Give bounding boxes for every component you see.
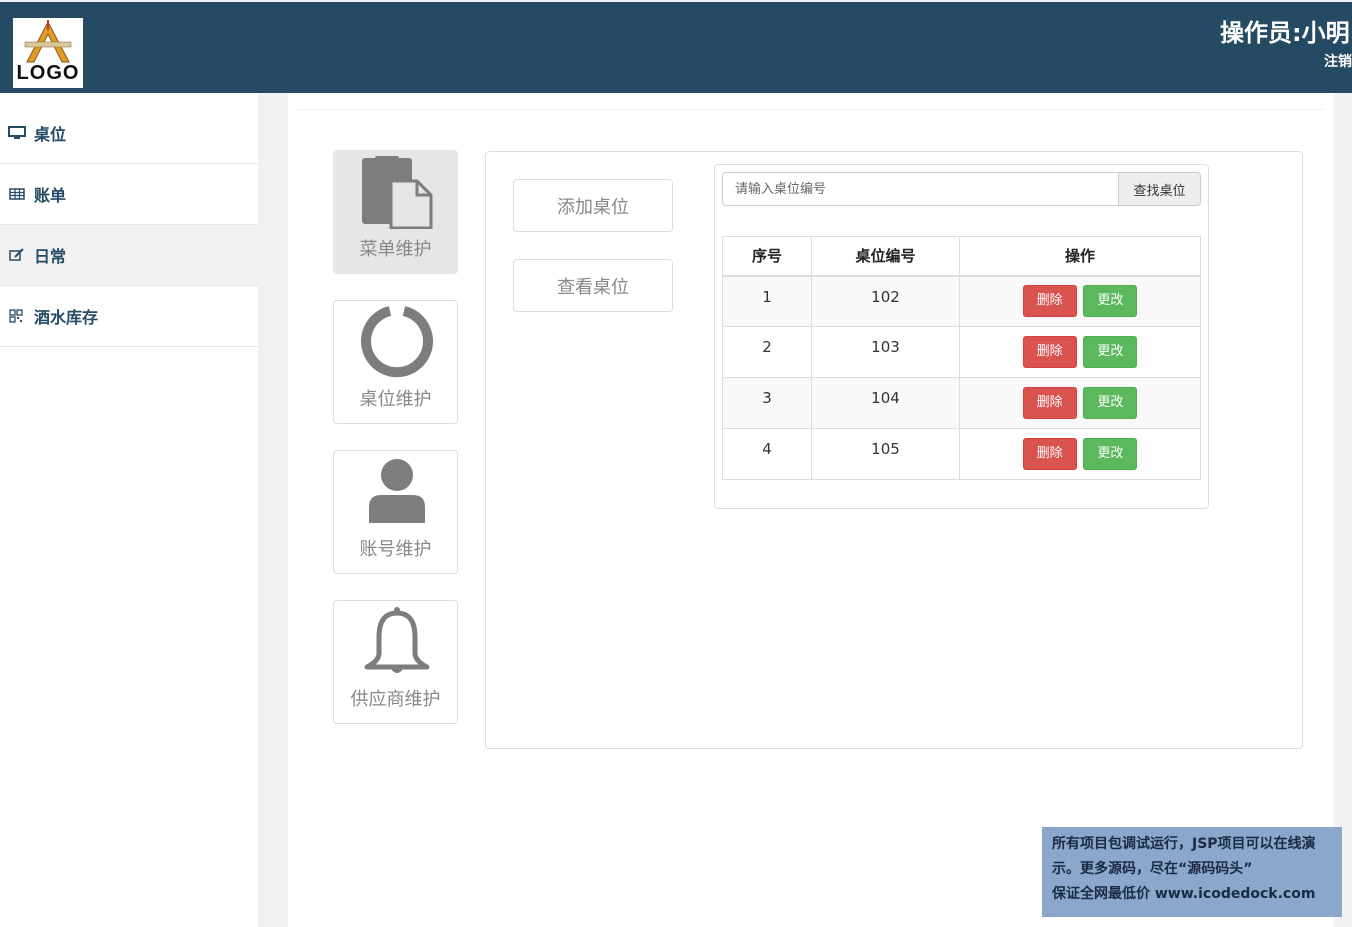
bell-icon xyxy=(364,607,430,673)
table-row: 1 102 删除 更改 xyxy=(722,275,1201,327)
main-content: 菜单维护 桌位维护 账号维护 供应商维护 添加桌位 查看桌位 查找桌位 xyxy=(288,93,1333,927)
sidebar-item-label: 酒水库存 xyxy=(34,308,99,327)
edit-button[interactable]: 更改 xyxy=(1083,438,1138,470)
tile-label: 桌位维护 xyxy=(359,389,432,410)
sidebar: 桌位 账单 日常 酒水库存 xyxy=(0,93,258,927)
sidebar-item-daily[interactable]: 日常 xyxy=(0,225,258,286)
sidebar-item-label: 桌位 xyxy=(34,125,67,144)
cell-index: 4 xyxy=(722,428,812,480)
watermark-line: 示。更多源码，尽在“源码码头” xyxy=(1052,861,1253,877)
search-button[interactable]: 查找桌位 xyxy=(1119,172,1201,206)
qrcode-icon xyxy=(9,309,23,323)
cell-index: 3 xyxy=(722,377,812,429)
edit-button[interactable]: 更改 xyxy=(1083,336,1138,368)
delete-button[interactable]: 删除 xyxy=(1022,387,1077,419)
tile-label: 供应商维护 xyxy=(350,689,441,710)
sidebar-item-label: 日常 xyxy=(34,247,67,266)
cell-index: 1 xyxy=(722,275,812,327)
cell-code: 105 xyxy=(811,428,960,480)
content-panel: 添加桌位 查看桌位 查找桌位 序号 桌位编号 操作 1 102 xyxy=(485,151,1303,749)
tile-supplier-maintenance[interactable]: 供应商维护 xyxy=(333,600,458,724)
edit-button[interactable]: 更改 xyxy=(1083,285,1138,318)
watermark-line: 所有项目包调试运行，JSP项目可以在线演 xyxy=(1052,836,1316,852)
tile-menu-maintenance[interactable]: 菜单维护 xyxy=(333,150,458,274)
circle-ring-icon xyxy=(361,306,433,378)
watermark-line: 保证全网最低价 www.icodedock.com xyxy=(1052,886,1316,902)
tile-label: 菜单维护 xyxy=(359,239,432,260)
column-header-operation: 操作 xyxy=(959,236,1201,277)
table-header-row: 序号 桌位编号 操作 xyxy=(722,236,1201,277)
logo-text: LOGO xyxy=(16,62,80,84)
tile-account-maintenance[interactable]: 账号维护 xyxy=(333,450,458,574)
user-icon xyxy=(369,459,425,523)
search-input[interactable] xyxy=(722,172,1119,206)
table-row: 4 105 删除 更改 xyxy=(722,428,1201,480)
column-header-code: 桌位编号 xyxy=(811,236,960,277)
delete-button[interactable]: 删除 xyxy=(1022,438,1077,470)
top-navbar: LOGO 操作员:小明 注销 xyxy=(0,2,1352,93)
column-header-index: 序号 xyxy=(722,236,812,277)
logout-link[interactable]: 注销 xyxy=(1324,51,1352,71)
sidebar-item-inventory[interactable]: 酒水库存 xyxy=(0,286,258,347)
cell-operations: 删除 更改 xyxy=(959,428,1201,480)
cell-code: 102 xyxy=(811,275,960,327)
logo[interactable]: LOGO xyxy=(13,18,83,88)
sidebar-item-bill[interactable]: 账单 xyxy=(0,164,258,225)
edit-button[interactable]: 更改 xyxy=(1083,387,1138,419)
cell-operations: 删除 更改 xyxy=(959,377,1201,429)
operator-name: 操作员:小明 xyxy=(1220,19,1350,47)
cell-operations: 删除 更改 xyxy=(959,326,1201,378)
table-icon xyxy=(9,188,25,200)
add-table-button[interactable]: 添加桌位 xyxy=(513,179,673,232)
table-list-panel: 查找桌位 序号 桌位编号 操作 1 102 删除 更改 xyxy=(714,164,1209,509)
cell-code: 103 xyxy=(811,326,960,378)
cell-code: 104 xyxy=(811,377,960,429)
file-copy-icon xyxy=(362,156,433,229)
watermark-banner: 所有项目包调试运行，JSP项目可以在线演 示。更多源码，尽在“源码码头” 保证全… xyxy=(1042,827,1342,917)
monitor-icon xyxy=(8,126,26,139)
table-row: 3 104 删除 更改 xyxy=(722,377,1201,429)
sidebar-item-table[interactable]: 桌位 xyxy=(0,103,258,164)
tile-label: 账号维护 xyxy=(359,539,432,560)
table-row: 2 103 删除 更改 xyxy=(722,326,1201,378)
sidebar-item-label: 账单 xyxy=(34,186,67,205)
cell-index: 2 xyxy=(722,326,812,378)
divider xyxy=(298,109,1323,110)
logo-compass-icon xyxy=(24,20,72,63)
delete-button[interactable]: 删除 xyxy=(1022,336,1077,368)
cell-operations: 删除 更改 xyxy=(959,275,1201,327)
view-table-button[interactable]: 查看桌位 xyxy=(513,259,673,312)
table-list: 序号 桌位编号 操作 1 102 删除 更改 2 103 删除 更改 3 104… xyxy=(722,236,1201,480)
delete-button[interactable]: 删除 xyxy=(1022,285,1077,318)
tile-table-maintenance[interactable]: 桌位维护 xyxy=(333,300,458,424)
edit-icon xyxy=(9,248,24,261)
